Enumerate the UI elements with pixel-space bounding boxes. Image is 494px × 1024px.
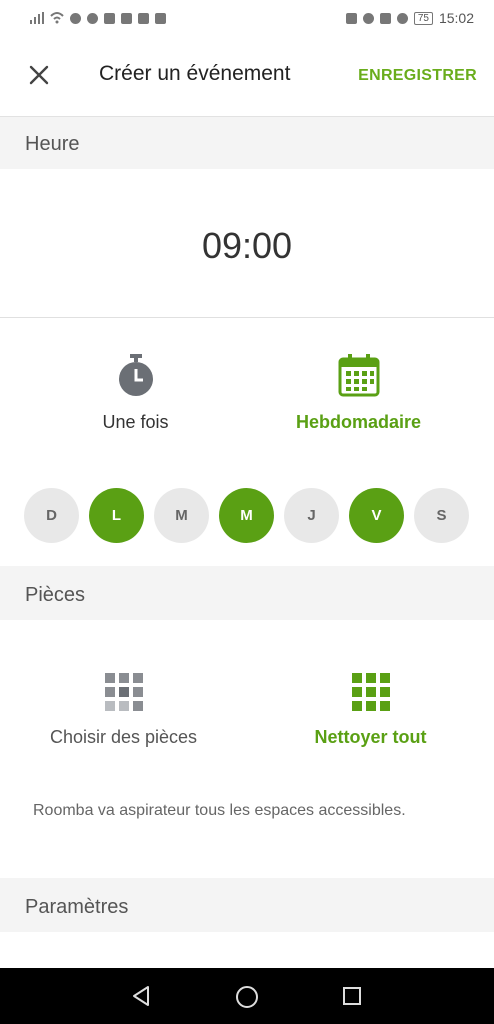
- save-button[interactable]: ENREGISTRER: [358, 67, 477, 85]
- battery-icon: 75: [413, 11, 433, 25]
- eye-icon: [70, 12, 81, 24]
- clean-all-label: Nettoyer tout: [314, 727, 427, 747]
- day-friday[interactable]: V: [349, 488, 404, 543]
- speed-icon: [396, 12, 408, 24]
- nfc-icon: [345, 12, 357, 24]
- home-circle-icon[interactable]: [235, 985, 259, 1009]
- time-value[interactable]: 09:00: [0, 225, 494, 267]
- close-icon[interactable]: [26, 62, 52, 88]
- day-tuesday[interactable]: M: [154, 488, 209, 543]
- grid-icon: [351, 673, 390, 711]
- calendar-icon: [338, 354, 379, 397]
- status-icons-right: 75 15:02: [345, 10, 494, 26]
- back-triangle-icon[interactable]: [130, 985, 152, 1007]
- clock: 15:02: [438, 10, 474, 26]
- wifi-icon: [50, 12, 64, 24]
- clean-all-option[interactable]: Nettoyer tout: [247, 670, 494, 748]
- app-bar: Créer un événement ENREGISTRER: [0, 36, 494, 117]
- settings-panel: [0, 932, 494, 968]
- day-selector: D L M M J V S: [24, 488, 469, 543]
- recents-square-icon[interactable]: [342, 986, 362, 1006]
- section-title-settings: Paramètres: [25, 896, 129, 918]
- choose-rooms-label: Choisir des pièces: [49, 727, 198, 747]
- section-header-settings: Paramètres: [0, 880, 494, 932]
- status-bar: 75 15:02: [0, 0, 494, 36]
- flipboard-icon: [155, 12, 166, 24]
- bluetooth-icon: [379, 12, 391, 24]
- time-panel: 09:00: [0, 169, 494, 318]
- day-thursday[interactable]: J: [284, 488, 339, 543]
- choose-rooms-option[interactable]: Choisir des pièces: [0, 670, 247, 748]
- day-monday[interactable]: L: [89, 488, 144, 543]
- section-header-rooms: Pièces: [0, 568, 494, 620]
- timer-icon: [118, 354, 153, 396]
- section-title-rooms: Pièces: [25, 584, 86, 606]
- system-nav-bar: [0, 968, 494, 1024]
- grid-icon: [104, 673, 143, 711]
- alarm-icon: [362, 12, 374, 24]
- frequency-weekly-label: Hebdomadaire: [295, 412, 422, 432]
- frequency-once-option[interactable]: Une fois: [12, 353, 259, 433]
- frequency-weekly-option[interactable]: Hebdomadaire: [235, 353, 482, 433]
- mail-icon: [121, 12, 132, 24]
- signal-icon: [30, 12, 44, 24]
- day-saturday[interactable]: S: [414, 488, 469, 543]
- day-wednesday[interactable]: M: [219, 488, 274, 543]
- rooms-panel: Choisir des pièces Nettoyer tout Roomba …: [0, 620, 494, 878]
- page-title: Créer un événement: [99, 62, 291, 85]
- frequency-panel: Une fois Hebdomadaire D L M M J V S: [0, 318, 494, 566]
- r-icon: [87, 12, 98, 24]
- notif-icon: [104, 12, 115, 24]
- section-header-time: Heure: [0, 117, 494, 169]
- status-icons-left: [0, 12, 166, 24]
- day-sunday[interactable]: D: [24, 488, 79, 543]
- frequency-once-label: Une fois: [102, 412, 169, 432]
- rooms-note: Roomba va aspirateur tous les espaces ac…: [33, 802, 406, 819]
- section-title-time: Heure: [25, 133, 80, 155]
- app-icon: [138, 12, 149, 24]
